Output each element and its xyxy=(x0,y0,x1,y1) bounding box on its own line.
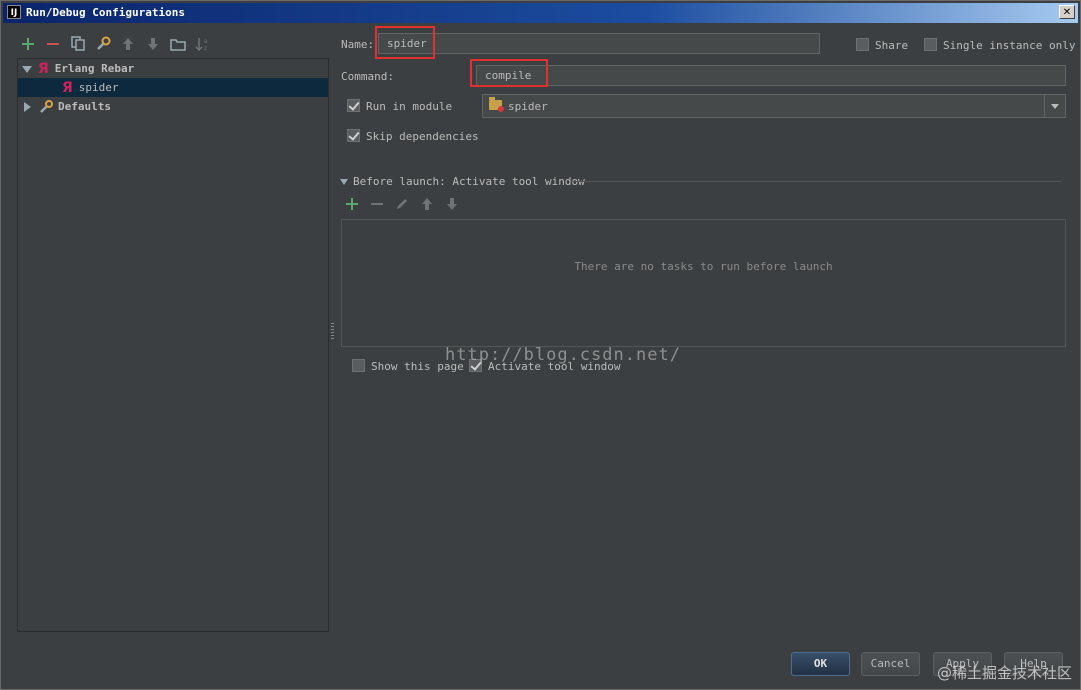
wrench-icon xyxy=(40,99,53,113)
command-label: Command: xyxy=(341,70,394,83)
rebar-icon: Я xyxy=(62,79,73,96)
collapse-arrow-icon[interactable] xyxy=(22,101,32,112)
wrench-icon[interactable] xyxy=(94,35,112,53)
before-launch-toolbar xyxy=(345,197,459,211)
svg-text:z: z xyxy=(204,45,207,52)
tree-item-label: Erlang Rebar xyxy=(54,62,135,75)
section-collapse-icon[interactable] xyxy=(340,178,348,186)
copy-icon[interactable] xyxy=(69,35,87,53)
tree-item-defaults[interactable]: Defaults xyxy=(18,97,328,116)
cancel-button[interactable]: Cancel xyxy=(861,652,920,676)
run-in-module-label: Run in module xyxy=(366,100,453,113)
share-label: Share xyxy=(875,39,909,52)
watermark-site: @稀土掘金技术社区 xyxy=(936,664,1072,682)
skip-dependencies-label: Skip dependencies xyxy=(366,130,479,143)
before-launch-title: Before launch: Activate tool window xyxy=(353,175,585,188)
command-field[interactable]: compile xyxy=(476,65,1066,86)
svg-text:a: a xyxy=(204,38,208,45)
before-launch-task-list[interactable]: There are no tasks to run before launch xyxy=(341,219,1066,347)
config-tree: Я Erlang Rebar Я spider Defaults xyxy=(17,58,329,632)
rebar-icon: Я xyxy=(38,60,49,77)
single-instance-checkbox[interactable] xyxy=(924,38,937,51)
module-folder-icon xyxy=(489,97,504,112)
name-label: Name: xyxy=(341,38,375,51)
tree-item-spider[interactable]: Я spider xyxy=(18,78,328,97)
run-in-module-checkbox[interactable] xyxy=(347,99,360,112)
ok-button[interactable]: OK xyxy=(791,652,850,676)
module-select[interactable]: spider xyxy=(482,94,1066,118)
app-icon: IJ xyxy=(7,5,21,19)
name-field[interactable]: spider xyxy=(378,33,820,54)
tree-item-label: spider xyxy=(78,81,119,94)
highlight-box xyxy=(375,26,435,59)
tree-item-erlang-rebar[interactable]: Я Erlang Rebar xyxy=(18,59,328,78)
run-debug-dialog: IJ Run/Debug Configurations ✕ az Я Erlan… xyxy=(0,0,1081,690)
move-up-icon[interactable] xyxy=(119,35,137,53)
watermark-url: http://blog.csdn.net/ xyxy=(445,345,681,365)
add-icon[interactable] xyxy=(345,197,359,211)
module-value: spider xyxy=(508,100,548,113)
show-this-page-checkbox[interactable] xyxy=(352,359,365,372)
splitter-handle[interactable] xyxy=(331,323,334,339)
window-title: Run/Debug Configurations xyxy=(26,6,185,19)
move-down-icon[interactable] xyxy=(445,197,459,211)
config-toolbar: az xyxy=(19,34,212,54)
share-checkbox[interactable] xyxy=(856,38,869,51)
remove-icon[interactable] xyxy=(370,197,384,211)
chevron-down-icon xyxy=(1051,104,1059,109)
sort-icon[interactable]: az xyxy=(194,35,212,53)
edit-icon[interactable] xyxy=(395,197,409,211)
add-icon[interactable] xyxy=(19,35,37,53)
title-bar: IJ Run/Debug Configurations ✕ xyxy=(3,3,1078,23)
tree-item-label: Defaults xyxy=(58,100,111,113)
move-down-icon[interactable] xyxy=(144,35,162,53)
folder-icon[interactable] xyxy=(169,35,187,53)
skip-dependencies-checkbox[interactable] xyxy=(347,129,360,142)
single-instance-label: Single instance only xyxy=(943,39,1076,52)
close-button[interactable]: ✕ xyxy=(1059,5,1075,19)
move-up-icon[interactable] xyxy=(420,197,434,211)
section-divider xyxy=(571,181,1061,182)
remove-icon[interactable] xyxy=(44,35,62,53)
empty-tasks-message: There are no tasks to run before launch xyxy=(574,260,833,273)
expand-arrow-icon[interactable] xyxy=(22,64,32,74)
highlight-box xyxy=(470,59,548,87)
dropdown-arrow[interactable] xyxy=(1044,95,1065,117)
